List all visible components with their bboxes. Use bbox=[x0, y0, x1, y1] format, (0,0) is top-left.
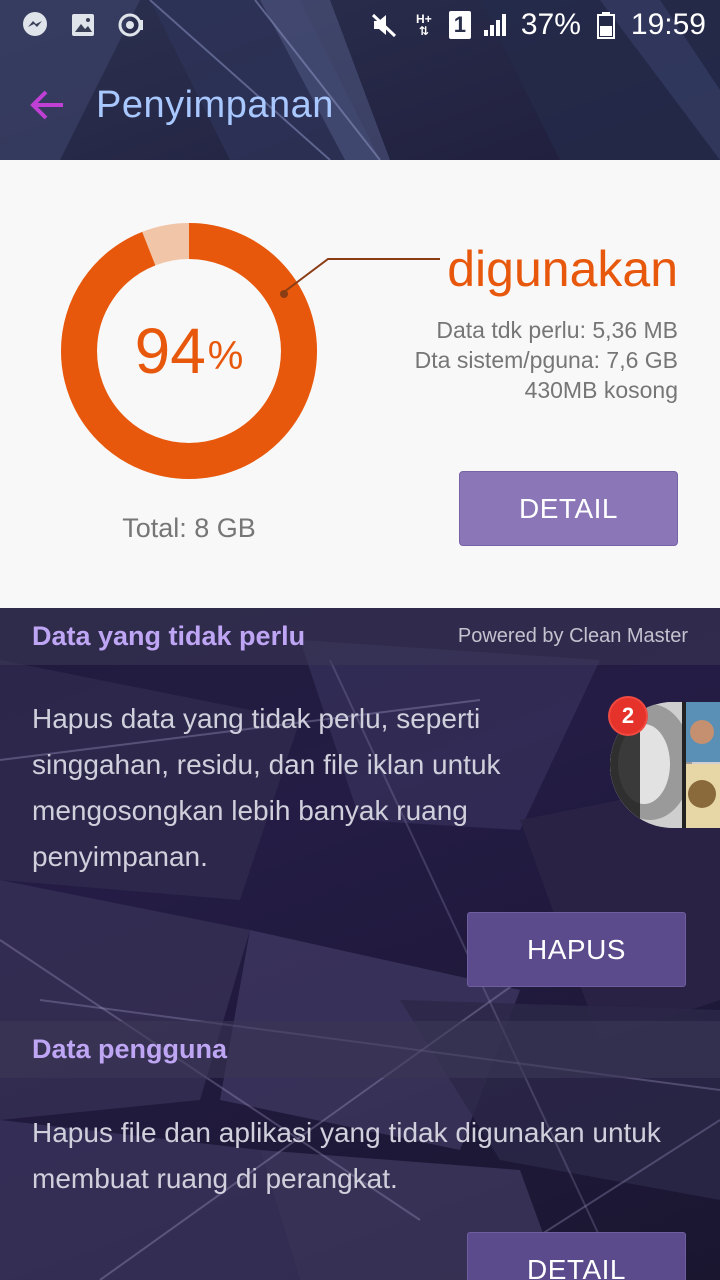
user-data-section-title: Data pengguna bbox=[32, 1034, 228, 1064]
junk-data-line: Data tdk perlu: 5,36 MB bbox=[436, 317, 678, 343]
clean-junk-button[interactable]: HAPUS bbox=[467, 912, 686, 987]
gallery-icon bbox=[68, 10, 98, 40]
percent-sign: % bbox=[207, 333, 244, 378]
back-arrow-icon bbox=[30, 90, 63, 120]
leader-line bbox=[283, 258, 440, 293]
back-button[interactable] bbox=[0, 50, 96, 160]
page-title: Penyimpanan bbox=[96, 83, 334, 126]
free-space-line: 430MB kosong bbox=[524, 377, 678, 403]
signal-icon bbox=[481, 10, 511, 40]
junk-section-description: Hapus data yang tidak perlu, seperti sin… bbox=[32, 703, 501, 872]
junk-section-title: Data yang tidak perlu bbox=[32, 621, 306, 651]
system-data-line: Dta sistem/pguna: 7,6 GB bbox=[414, 347, 678, 373]
battery-icon bbox=[591, 10, 621, 40]
user-data-section-header: Data pengguna bbox=[0, 1021, 720, 1078]
data-icon: H+ ⇅ bbox=[416, 12, 432, 38]
sync-icon bbox=[116, 10, 146, 40]
messenger-icon bbox=[20, 10, 50, 40]
storage-detail-button[interactable]: DETAIL bbox=[459, 471, 678, 546]
app-bar: Penyimpanan bbox=[0, 50, 720, 160]
total-storage: Total: 8 GB bbox=[122, 513, 256, 543]
powered-by-label: Powered by Clean Master bbox=[457, 625, 688, 647]
mute-icon bbox=[369, 10, 399, 40]
notification-badge: 2 bbox=[610, 698, 646, 734]
storage-info: Data tdk perlu: 5,36 MB Dta sistem/pguna… bbox=[415, 315, 678, 405]
status-bar: H+ ⇅ 1 37% 19:59 bbox=[0, 0, 720, 50]
user-data-detail-button[interactable]: DETAIL bbox=[467, 1232, 686, 1280]
sim-icon: 1 bbox=[448, 11, 471, 39]
used-label: digunakan bbox=[447, 241, 678, 297]
storage-summary-card: 94% digunakan Data tdk perlu: 5,36 MB Dt… bbox=[0, 160, 720, 608]
battery-percent: 37% bbox=[520, 8, 581, 41]
clock: 19:59 bbox=[630, 8, 706, 41]
junk-section-header: Data yang tidak perlu Powered by Clean M… bbox=[0, 608, 720, 665]
used-percent-value: 94 bbox=[134, 315, 206, 387]
user-data-section-description: Hapus file dan aplikasi yang tidak digun… bbox=[32, 1117, 661, 1194]
